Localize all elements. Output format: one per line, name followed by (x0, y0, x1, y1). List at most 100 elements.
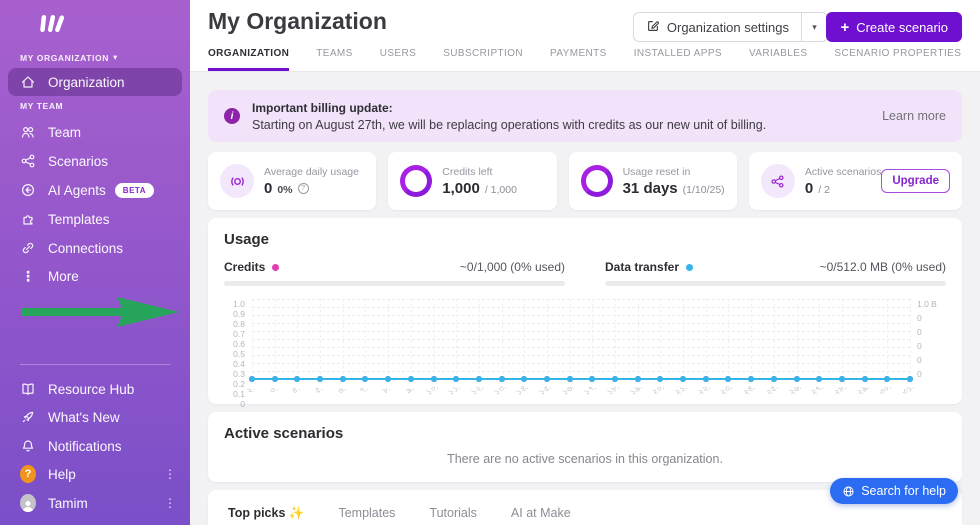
org-switcher-label: MY ORGANIZATION (20, 53, 109, 63)
kebab-menu-icon[interactable]: ⋮ (164, 467, 176, 481)
credits-usage-column: Credits ~0/1,000 (0% used) (224, 260, 565, 286)
help-tooltip-icon[interactable]: ? (298, 183, 309, 194)
sidebar-item-label: More (48, 269, 79, 284)
create-scenario-button[interactable]: + Create scenario (826, 12, 962, 42)
stat-value: 1,000 (442, 180, 480, 197)
sidebar-item-organization[interactable]: Organization (8, 68, 182, 96)
tab-payments[interactable]: PAYMENTS (550, 48, 607, 71)
tab-ai-at-make[interactable]: AI at Make (511, 506, 571, 521)
sidebar-item-scenarios[interactable]: Scenarios (0, 147, 190, 175)
stat-value: 0 (264, 180, 272, 197)
usage-chart: 1.00.90.80.70.60.50.40.30.20.10 ২.৩.৪.৫.… (224, 299, 946, 404)
billing-banner: i Important billing update: Starting on … (208, 90, 962, 142)
stat-value: 31 days (623, 180, 678, 197)
learn-more-link[interactable]: Learn more (882, 109, 946, 123)
tab-scenario-properties[interactable]: SCENARIO PROPERTIES (834, 48, 961, 71)
search-for-help-button[interactable]: Search for help (830, 478, 958, 504)
sidebar-item-label: Resource Hub (48, 382, 134, 397)
sidebar-item-label: What's New (48, 410, 120, 425)
puzzle-icon (20, 211, 36, 227)
annotation-arrow-icon (22, 294, 182, 330)
avatar (20, 495, 36, 511)
settings-dropdown-button[interactable]: ▾ (801, 13, 827, 41)
sidebar-item-label: AI Agents (48, 183, 106, 198)
sidebar-divider (20, 364, 170, 365)
sidebar-item-templates[interactable]: Templates (0, 205, 190, 233)
beta-badge: BETA (115, 183, 154, 198)
organization-settings-button[interactable]: Organization settings (634, 13, 801, 41)
sidebar-item-label: Notifications (48, 439, 122, 454)
sidebar-item-help[interactable]: ? Help ⋮ (0, 460, 190, 488)
sidebar-item-label: Connections (48, 241, 123, 256)
bell-icon (20, 438, 36, 454)
globe-icon (842, 485, 855, 498)
user-name: Tamim (48, 496, 88, 511)
page-title: My Organization (208, 8, 387, 35)
vertical-dots-icon: ⋮ (20, 268, 36, 284)
sidebar-item-label: Scenarios (48, 154, 108, 169)
book-icon (20, 381, 36, 397)
page-header: My Organization Organization settings ▾ … (190, 0, 980, 72)
plus-icon: + (840, 19, 849, 36)
sidebar-item-notifications[interactable]: Notifications (0, 432, 190, 460)
credits-donut-ring (400, 165, 432, 197)
chevron-down-icon: ▾ (812, 22, 817, 33)
tab-users[interactable]: USERS (380, 48, 416, 71)
share-network-icon (761, 164, 795, 198)
kebab-menu-icon[interactable]: ⋮ (164, 496, 176, 510)
banner-message: Starting on August 27th, we will be repl… (252, 118, 766, 132)
tab-top-picks[interactable]: Top picks ✨ (228, 506, 304, 521)
sidebar-item-label: Help (48, 467, 76, 482)
usage-title: Usage (224, 231, 946, 248)
data-transfer-usage-column: Data transfer ~0/512.0 MB (0% used) (605, 260, 946, 286)
link-icon (20, 240, 36, 256)
stat-card-credits-left: Credits left 1,000 / 1,000 (388, 152, 556, 210)
tab-variables[interactable]: VARIABLES (749, 48, 807, 71)
chart-plot (252, 299, 910, 379)
org-switcher[interactable]: MY ORGANIZATION ▾ (20, 52, 118, 63)
upgrade-button[interactable]: Upgrade (881, 169, 950, 193)
tab-teams[interactable]: TEAMS (316, 48, 352, 71)
credits-progress-bar (224, 281, 565, 286)
banner-title: Important billing update: (252, 101, 766, 115)
stat-card-average-daily-usage: Average daily usage 0 0% ? (208, 152, 376, 210)
stat-card-active-scenarios: Active scenarios 0 / 2 Upgrade (749, 152, 962, 210)
data-transfer-summary: ~0/512.0 MB (0% used) (820, 260, 946, 274)
ai-agents-icon (20, 182, 36, 198)
home-icon (20, 74, 36, 90)
sidebar-item-team[interactable]: Team (0, 118, 190, 146)
sidebar-item-connections[interactable]: Connections (0, 234, 190, 262)
sidebar: MY ORGANIZATION ▾ Organization MY TEAM T… (0, 0, 190, 525)
stat-card-usage-reset: Usage reset in 31 days (1/10/25) (569, 152, 737, 210)
operations-coin-icon (220, 164, 254, 198)
settings-button-group: Organization settings ▾ (633, 12, 828, 42)
rocket-icon (20, 409, 36, 425)
chevron-down-icon: ▾ (113, 52, 118, 63)
chart-x-labels: ২.৩.৪.৫.৬.৭.৮.৯.১০.১১.১২.১৩.১৪.১৫.১৬.১৭.… (252, 384, 910, 404)
sidebar-item-label: Templates (48, 212, 110, 227)
sidebar-item-whats-new[interactable]: What's New (0, 403, 190, 431)
make-logo[interactable] (38, 13, 65, 39)
chart-left-axis: 1.00.90.80.70.60.50.40.30.20.10 (224, 299, 252, 379)
sidebar-item-label: Organization (48, 75, 125, 90)
tab-organization[interactable]: ORGANIZATION (208, 48, 289, 71)
sidebar-item-resource-hub[interactable]: Resource Hub (0, 375, 190, 403)
sidebar-item-more[interactable]: ⋮ More (0, 262, 190, 290)
reset-donut-ring (581, 165, 613, 197)
usage-card: Usage Credits ~0/1,000 (0% used) Data tr… (208, 218, 962, 404)
data-transfer-progress-bar (605, 281, 946, 286)
chart-right-axis: 1.0 B00000 (910, 299, 946, 379)
tab-subscription[interactable]: SUBSCRIPTION (443, 48, 523, 71)
stat-value: 0 (805, 180, 813, 197)
team-icon (20, 124, 36, 140)
sidebar-item-user[interactable]: Tamim ⋮ (0, 489, 190, 517)
empty-state-text: There are no active scenarios in this or… (224, 452, 946, 466)
tab-installed-apps[interactable]: INSTALLED APPS (634, 48, 722, 71)
sidebar-item-label: Team (48, 125, 81, 140)
tab-tutorials[interactable]: Tutorials (429, 506, 476, 521)
sidebar-item-ai-agents[interactable]: AI Agents BETA (0, 176, 190, 204)
tab-templates[interactable]: Templates (338, 506, 395, 521)
app-window: MY ORGANIZATION ▾ Organization MY TEAM T… (0, 0, 980, 525)
tab-bar: ORGANIZATION TEAMS USERS SUBSCRIPTION PA… (208, 48, 961, 71)
data-transfer-dot (686, 264, 693, 271)
